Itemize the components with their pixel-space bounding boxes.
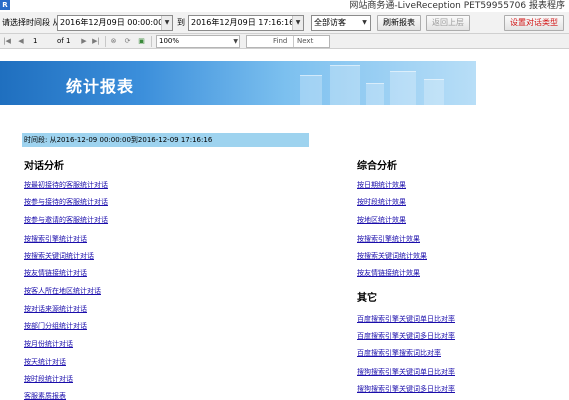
report-link[interactable]: 按月份统计对话 [24, 339, 73, 349]
report-link[interactable]: 按日期统计效果 [357, 180, 406, 190]
report-viewer-toolbar: |◀ ◀ 1 of 1 ▶ ▶| ⊗ ⟳ ▣ 100% ▼ Find Next [0, 34, 569, 49]
calendar-dropdown-icon[interactable]: ▼ [292, 16, 303, 30]
report-link[interactable]: 按参与接待的客服统计对话 [24, 197, 108, 207]
report-link[interactable]: 按时段统计对话 [24, 374, 73, 384]
stop-icon[interactable]: ⊗ [109, 36, 118, 47]
from-datetime-picker[interactable]: 2016年12月09日 00:00:00 ▼ [57, 15, 173, 31]
app-icon: R [0, 0, 10, 10]
next-page-icon[interactable]: ▶ [80, 36, 88, 47]
report-content: 统计报表 时间段: 从2016-12-09 00:00:00到2016-12-0… [0, 49, 569, 400]
toolbar-divider [105, 36, 106, 47]
report-link[interactable]: 按参与邀请的客服统计对话 [24, 215, 108, 225]
period-label: 请选择时间段 从 [2, 18, 61, 27]
toolbar-divider [293, 36, 294, 47]
find-input[interactable] [246, 35, 330, 48]
report-link[interactable]: 搜狗搜索引擎关键词多日比对率 [357, 384, 455, 394]
banner-title: 统计报表 [66, 77, 135, 96]
window-title: 网站商务通-LiveReception PET59955706 报表程序 [349, 1, 565, 11]
report-link[interactable]: 按地区统计效果 [357, 215, 406, 225]
report-link[interactable]: 按最初接待的客服统计对话 [24, 180, 108, 190]
banner-building [300, 75, 322, 105]
banner-building [390, 71, 416, 105]
banner-building [330, 65, 360, 105]
chevron-down-icon: ▼ [233, 38, 238, 45]
report-link[interactable]: 按部门分组统计对话 [24, 321, 87, 331]
report-link[interactable]: 客服素质报表 [24, 391, 66, 400]
chevron-down-icon: ▼ [362, 19, 367, 26]
visitor-filter-select[interactable]: 全部访客 ▼ [311, 15, 371, 31]
report-link[interactable]: 按搜索关键词统计对话 [24, 251, 94, 261]
visitor-filter-value: 全部访客 [314, 18, 346, 27]
previous-page-icon[interactable]: ◀ [17, 36, 25, 47]
report-link[interactable]: 百度搜索引擎关键词单日比对率 [357, 314, 455, 324]
page-count: of 1 [57, 37, 71, 45]
report-link[interactable]: 按搜索关键词统计效果 [357, 251, 427, 261]
report-link[interactable]: 按对话来源统计对话 [24, 304, 87, 314]
last-page-icon[interactable]: ▶| [92, 36, 100, 47]
filter-toolbar: 请选择时间段 从 2016年12月09日 00:00:00 ▼ 到 2016年1… [0, 12, 569, 34]
time-range-bar: 时间段: 从2016-12-09 00:00:00到2016-12-09 17:… [22, 133, 309, 147]
report-link[interactable]: 百度搜索引擎搜索词比对率 [357, 348, 441, 358]
to-datetime-value: 2016年12月09日 17:16:16 [191, 18, 295, 27]
banner-building [424, 79, 444, 105]
report-link[interactable]: 百度搜索引擎关键词多日比对率 [357, 331, 455, 341]
title-bar: R 网站商务通-LiveReception PET59955706 报表程序 [0, 0, 569, 12]
toolbar-divider [151, 36, 152, 47]
set-dialog-type-button[interactable]: 设置对话类型 [504, 15, 564, 31]
report-link[interactable]: 按天统计对话 [24, 357, 66, 367]
other-heading: 其它 [357, 293, 377, 304]
find-link[interactable]: Find [273, 36, 287, 47]
to-label: 到 [177, 18, 185, 27]
page-number[interactable]: 1 [33, 35, 37, 48]
next-link[interactable]: Next [297, 36, 313, 47]
dialog-analysis-heading: 对话分析 [24, 161, 64, 172]
banner-building [366, 83, 384, 105]
report-link[interactable]: 按客人所在地区统计对话 [24, 286, 101, 296]
zoom-select[interactable]: 100% ▼ [156, 35, 240, 48]
report-banner: 统计报表 [0, 61, 476, 105]
report-link[interactable]: 按友情链接统计效果 [357, 268, 420, 278]
print-layout-icon[interactable]: ▣ [137, 36, 146, 47]
to-datetime-picker[interactable]: 2016年12月09日 17:16:16 ▼ [188, 15, 304, 31]
report-link[interactable]: 按搜索引擎统计对话 [24, 234, 87, 244]
first-page-icon[interactable]: |◀ [3, 36, 11, 47]
report-link[interactable]: 按时段统计效果 [357, 197, 406, 207]
refresh-report-button[interactable]: 刷新报表 [377, 15, 421, 31]
refresh-icon[interactable]: ⟳ [123, 36, 132, 47]
back-button[interactable]: 返回上层 [426, 15, 470, 31]
report-link[interactable]: 按友情链接统计对话 [24, 268, 87, 278]
from-datetime-value: 2016年12月09日 00:00:00 [60, 18, 164, 27]
calendar-dropdown-icon[interactable]: ▼ [161, 16, 172, 30]
zoom-value: 100% [159, 37, 180, 45]
report-link[interactable]: 按搜索引擎统计效果 [357, 234, 420, 244]
report-link[interactable]: 搜狗搜索引擎关键词单日比对率 [357, 367, 455, 377]
overall-analysis-heading: 综合分析 [357, 161, 397, 172]
